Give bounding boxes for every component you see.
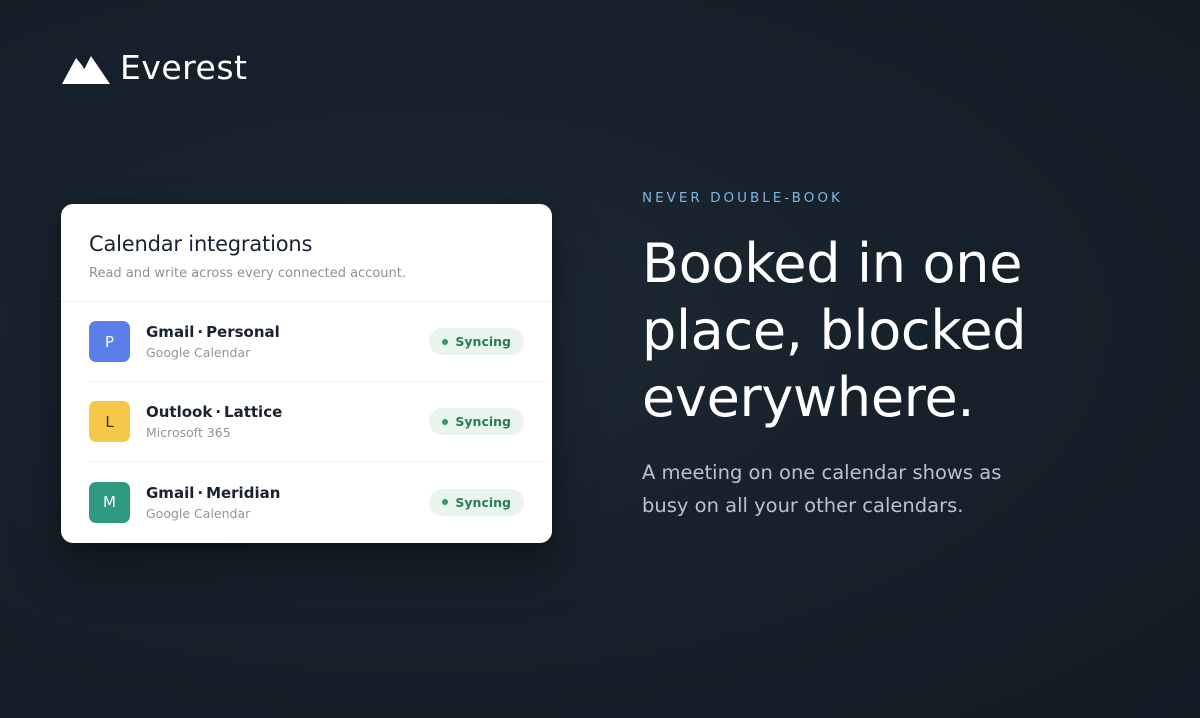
avatar-initial: L [105,412,114,431]
headline-line: everywhere. [642,366,975,429]
mountain-icon [62,55,110,84]
account-row[interactable]: L Outlook · Lattice Microsoft 365 Syncing [89,382,545,462]
account-name: Gmail · Meridian [146,484,429,502]
status-dot-icon [442,499,449,505]
status-dot-icon [442,338,449,345]
card-header: Calendar integrations Read and write acr… [61,204,552,302]
account-avatar: L [89,401,130,442]
account-info: Gmail · Meridian Google Calendar [146,484,429,521]
account-avatar: M [89,481,130,523]
account-list: P Gmail · Personal Google Calendar Syncing… [61,302,552,542]
name-separator: · [197,483,204,502]
card-title: Calendar integrations [89,232,313,256]
status-dot-icon [442,418,449,425]
avatar-initial: M [103,493,116,511]
status-badge: Syncing [429,328,524,355]
status-badge: Syncing [429,488,524,516]
status-label: Syncing [455,414,511,429]
account-row[interactable]: M Gmail · Meridian Google Calendar Syncing [89,462,545,542]
avatar-initial: P [104,332,115,351]
account-name: Gmail · Personal [146,323,429,341]
hero-lead: A meeting on one calendar shows as busy … [642,461,1002,517]
account-row[interactable]: P Gmail · Personal Google Calendar Syncing [89,302,545,382]
account-avatar: P [89,321,130,362]
hero-headline: Booked in one place, blocked everywhere. [642,230,1162,431]
account-provider: Google Calendar [146,345,251,360]
headline-line: Booked in one [642,232,1023,295]
headline-line: place, blocked [642,299,1027,362]
account-info: Outlook · Lattice Microsoft 365 [146,403,429,440]
hero-eyebrow: NEVER DOUBLE-BOOK [642,190,843,206]
status-label: Syncing [455,334,511,349]
status-badge: Syncing [429,408,524,435]
account-name: Outlook · Lattice [146,403,429,421]
account-name-primary: Gmail [146,323,195,341]
account-provider: Microsoft 365 [146,425,231,440]
status-label: Syncing [455,494,511,510]
account-name-secondary: Personal [206,323,280,341]
account-name-primary: Gmail [146,483,195,502]
card-subtitle: Read and write across every connected ac… [89,266,406,281]
account-provider: Google Calendar [146,505,251,521]
account-name-secondary: Lattice [224,403,283,421]
brand-name: Everest [120,48,248,87]
name-separator: · [197,323,204,341]
account-name-secondary: Meridian [206,483,281,502]
brand[interactable]: Everest [62,48,247,87]
account-info: Gmail · Personal Google Calendar [146,323,429,360]
account-name-primary: Outlook [146,403,213,421]
calendar-integrations-card: Calendar integrations Read and write acr… [61,204,552,543]
name-separator: · [215,403,222,421]
